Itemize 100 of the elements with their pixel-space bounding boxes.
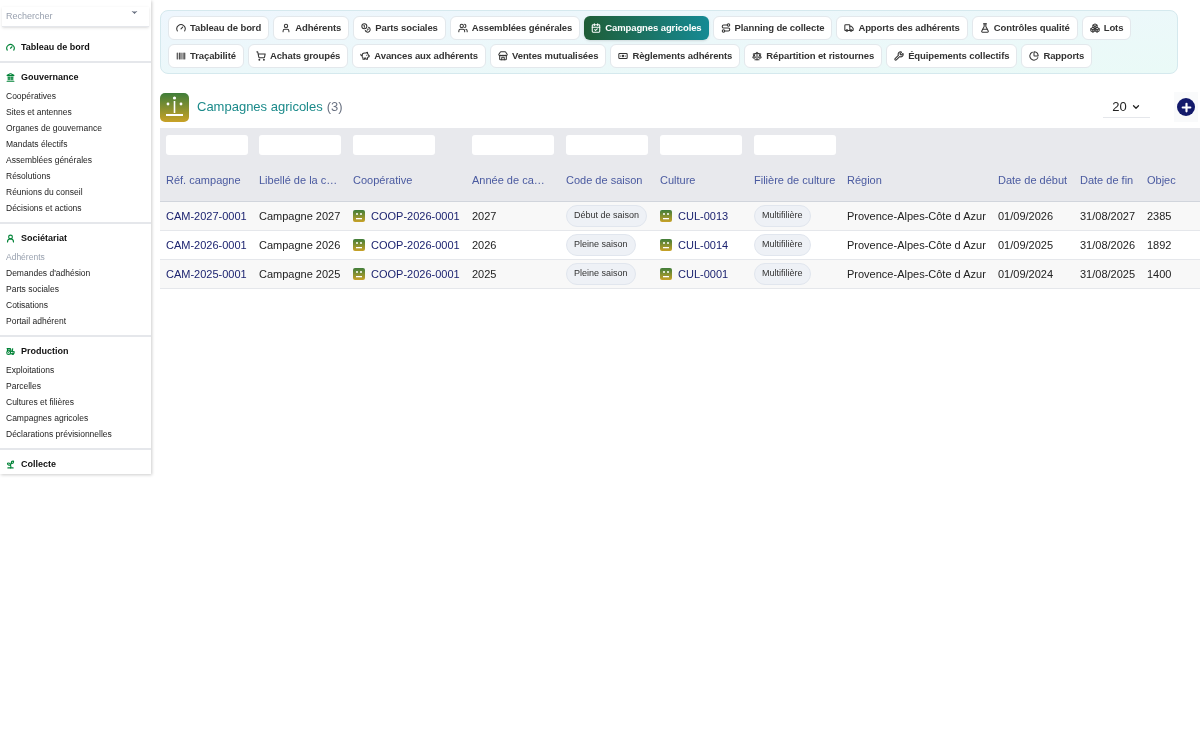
record-link[interactable]: CAM-2025-0001 [166, 267, 247, 280]
record-link[interactable]: CAM-2027-0001 [166, 209, 247, 222]
record-link[interactable]: CUL-0013 [678, 207, 729, 225]
column-header[interactable]: Date de début [998, 174, 1068, 186]
table-cell: Campagne 2027 [259, 209, 341, 222]
search-field[interactable]: Rechercher [2, 6, 149, 27]
truck-icon [844, 23, 855, 33]
sidebar-item[interactable]: Décisions et actions [6, 199, 82, 216]
table-cell: 1400 [1147, 267, 1172, 280]
table-cell: Campagne 2026 [259, 238, 341, 251]
sidebar-item[interactable]: Portail adhérent [6, 312, 66, 329]
column-header[interactable]: Culture [660, 174, 696, 186]
column-header[interactable]: Coopérative [353, 174, 413, 186]
record-link[interactable]: CUL-0014 [678, 236, 729, 254]
gauge-icon [176, 23, 186, 33]
table-cell: Campagne 2025 [259, 267, 341, 280]
sidebar-section-header[interactable]: Tableau de bord [6, 40, 145, 55]
column-header[interactable]: Code de saison [566, 174, 643, 186]
tab[interactable]: Rapports [1021, 44, 1093, 68]
record-link[interactable]: CUL-0001 [678, 265, 729, 283]
tab[interactable]: Ventes mutualisées [490, 44, 607, 68]
table-cell: 1892 [1147, 238, 1172, 251]
record-link[interactable]: COOP-2026-0001 [371, 236, 460, 254]
sidebar-item[interactable]: Campagnes agricoles [6, 409, 89, 426]
column-header[interactable]: Date de fin [1080, 174, 1134, 186]
tab[interactable]: Assemblées générales [449, 16, 581, 40]
sidebar-item[interactable]: Cultures et filières [6, 393, 75, 410]
sidebar-section-header[interactable]: Gouvernance [6, 70, 145, 85]
person-icon [281, 23, 292, 33]
page-size-select[interactable]: 20 [1103, 96, 1150, 118]
column-header[interactable]: Réf. campagne [166, 174, 241, 186]
sidebar-section-header[interactable]: Production [6, 344, 145, 359]
boxes-icon [1089, 23, 1100, 33]
tab[interactable]: Apports des adhérents [836, 16, 968, 40]
tab[interactable]: Avances aux adhérents [352, 44, 486, 68]
sidebar-item[interactable]: Parts sociales [6, 280, 59, 297]
sidebar-item[interactable]: Exploitations [6, 361, 55, 378]
table-cell: 2025 [472, 267, 497, 280]
column-header[interactable]: Objec [1147, 174, 1176, 186]
tab[interactable]: Achats groupés [247, 44, 349, 68]
tab[interactable]: Règlements adhérents [610, 44, 741, 68]
sidebar-item[interactable]: Demandes d'adhésion [6, 264, 91, 281]
record-link[interactable]: COOP-2026-0001 [371, 265, 460, 283]
tab[interactable]: Planning de collecte [712, 16, 833, 40]
sidebar-item[interactable]: Résolutions [6, 167, 51, 184]
sidebar-item[interactable]: Organes de gouvernance [6, 119, 102, 136]
sidebar-section-header[interactable]: Collecte [6, 457, 145, 472]
season-tag: Pleine saison [566, 263, 636, 285]
filiere-tag: Multifilière [754, 205, 811, 227]
cart-icon [255, 51, 266, 61]
dropdown-icon [130, 8, 139, 17]
column-header[interactable]: Libellé de la c… [259, 174, 338, 186]
table-cell: 2385 [1147, 209, 1172, 222]
sidebar-item[interactable]: Parcelles [6, 377, 41, 394]
record-link[interactable]: CAM-2026-0001 [166, 238, 247, 251]
page-title: Campagnes agricoles [197, 98, 323, 117]
table-cell: 31/08/2025 [1080, 267, 1136, 280]
sidebar-item[interactable]: Coopératives [6, 87, 57, 104]
building-icon [6, 73, 15, 82]
emblem-icon [660, 239, 672, 251]
column-header[interactable]: Filière de culture [754, 174, 836, 186]
tractor-icon [6, 347, 15, 356]
people-icon [457, 23, 468, 33]
column-header[interactable]: Année de ca… [472, 174, 545, 186]
table-cell: 01/09/2025 [998, 238, 1054, 251]
piggy-bank-icon [360, 51, 371, 61]
sidebar-item[interactable]: Assemblées générales [6, 151, 92, 168]
table-cell: 01/09/2024 [998, 267, 1054, 280]
tab[interactable]: Contrôles qualité [971, 16, 1078, 40]
sprout-icon [6, 460, 15, 469]
tab[interactable]: Lots [1081, 16, 1132, 40]
table-cell: 01/09/2026 [998, 209, 1054, 222]
filiere-tag: Multifilière [754, 234, 811, 256]
store-icon [498, 51, 508, 61]
sidebar-item[interactable]: Réunions du conseil [6, 183, 83, 200]
record-link[interactable]: COOP-2026-0001 [371, 207, 460, 225]
tab[interactable]: Parts sociales [353, 16, 446, 40]
flask-icon [979, 23, 990, 33]
tab[interactable]: Tableau de bord [168, 16, 270, 40]
tab[interactable]: Répartition et ristournes [744, 44, 883, 68]
sidebar-item[interactable]: Mandats électifs [6, 135, 68, 152]
sidebar-item[interactable]: Cotisations [6, 296, 49, 313]
route-icon [720, 23, 731, 33]
tab[interactable]: Équipements collectifs [886, 44, 1018, 68]
filiere-tag: Multifilière [754, 263, 811, 285]
sidebar-section-header[interactable]: Sociétariat [6, 231, 145, 246]
person-icon [6, 234, 15, 243]
column-header[interactable]: Région [847, 174, 882, 186]
app-logo-icon [160, 92, 189, 122]
table-cell: Provence-Alpes-Côte d Azur [847, 209, 986, 222]
sidebar-item[interactable]: Déclarations prévisionnelles [6, 425, 112, 442]
barcode-icon [176, 51, 186, 61]
tab[interactable]: Adhérents [273, 16, 350, 40]
emblem-icon [660, 268, 672, 280]
table-cell: 31/08/2026 [1080, 238, 1136, 251]
sidebar-item[interactable]: Sites et antennes [6, 103, 72, 120]
add-button[interactable] [1174, 92, 1198, 122]
emblem-icon [353, 239, 365, 251]
tab[interactable]: Traçabilité [168, 44, 244, 68]
tab[interactable]: Campagnes agricoles [584, 16, 709, 40]
